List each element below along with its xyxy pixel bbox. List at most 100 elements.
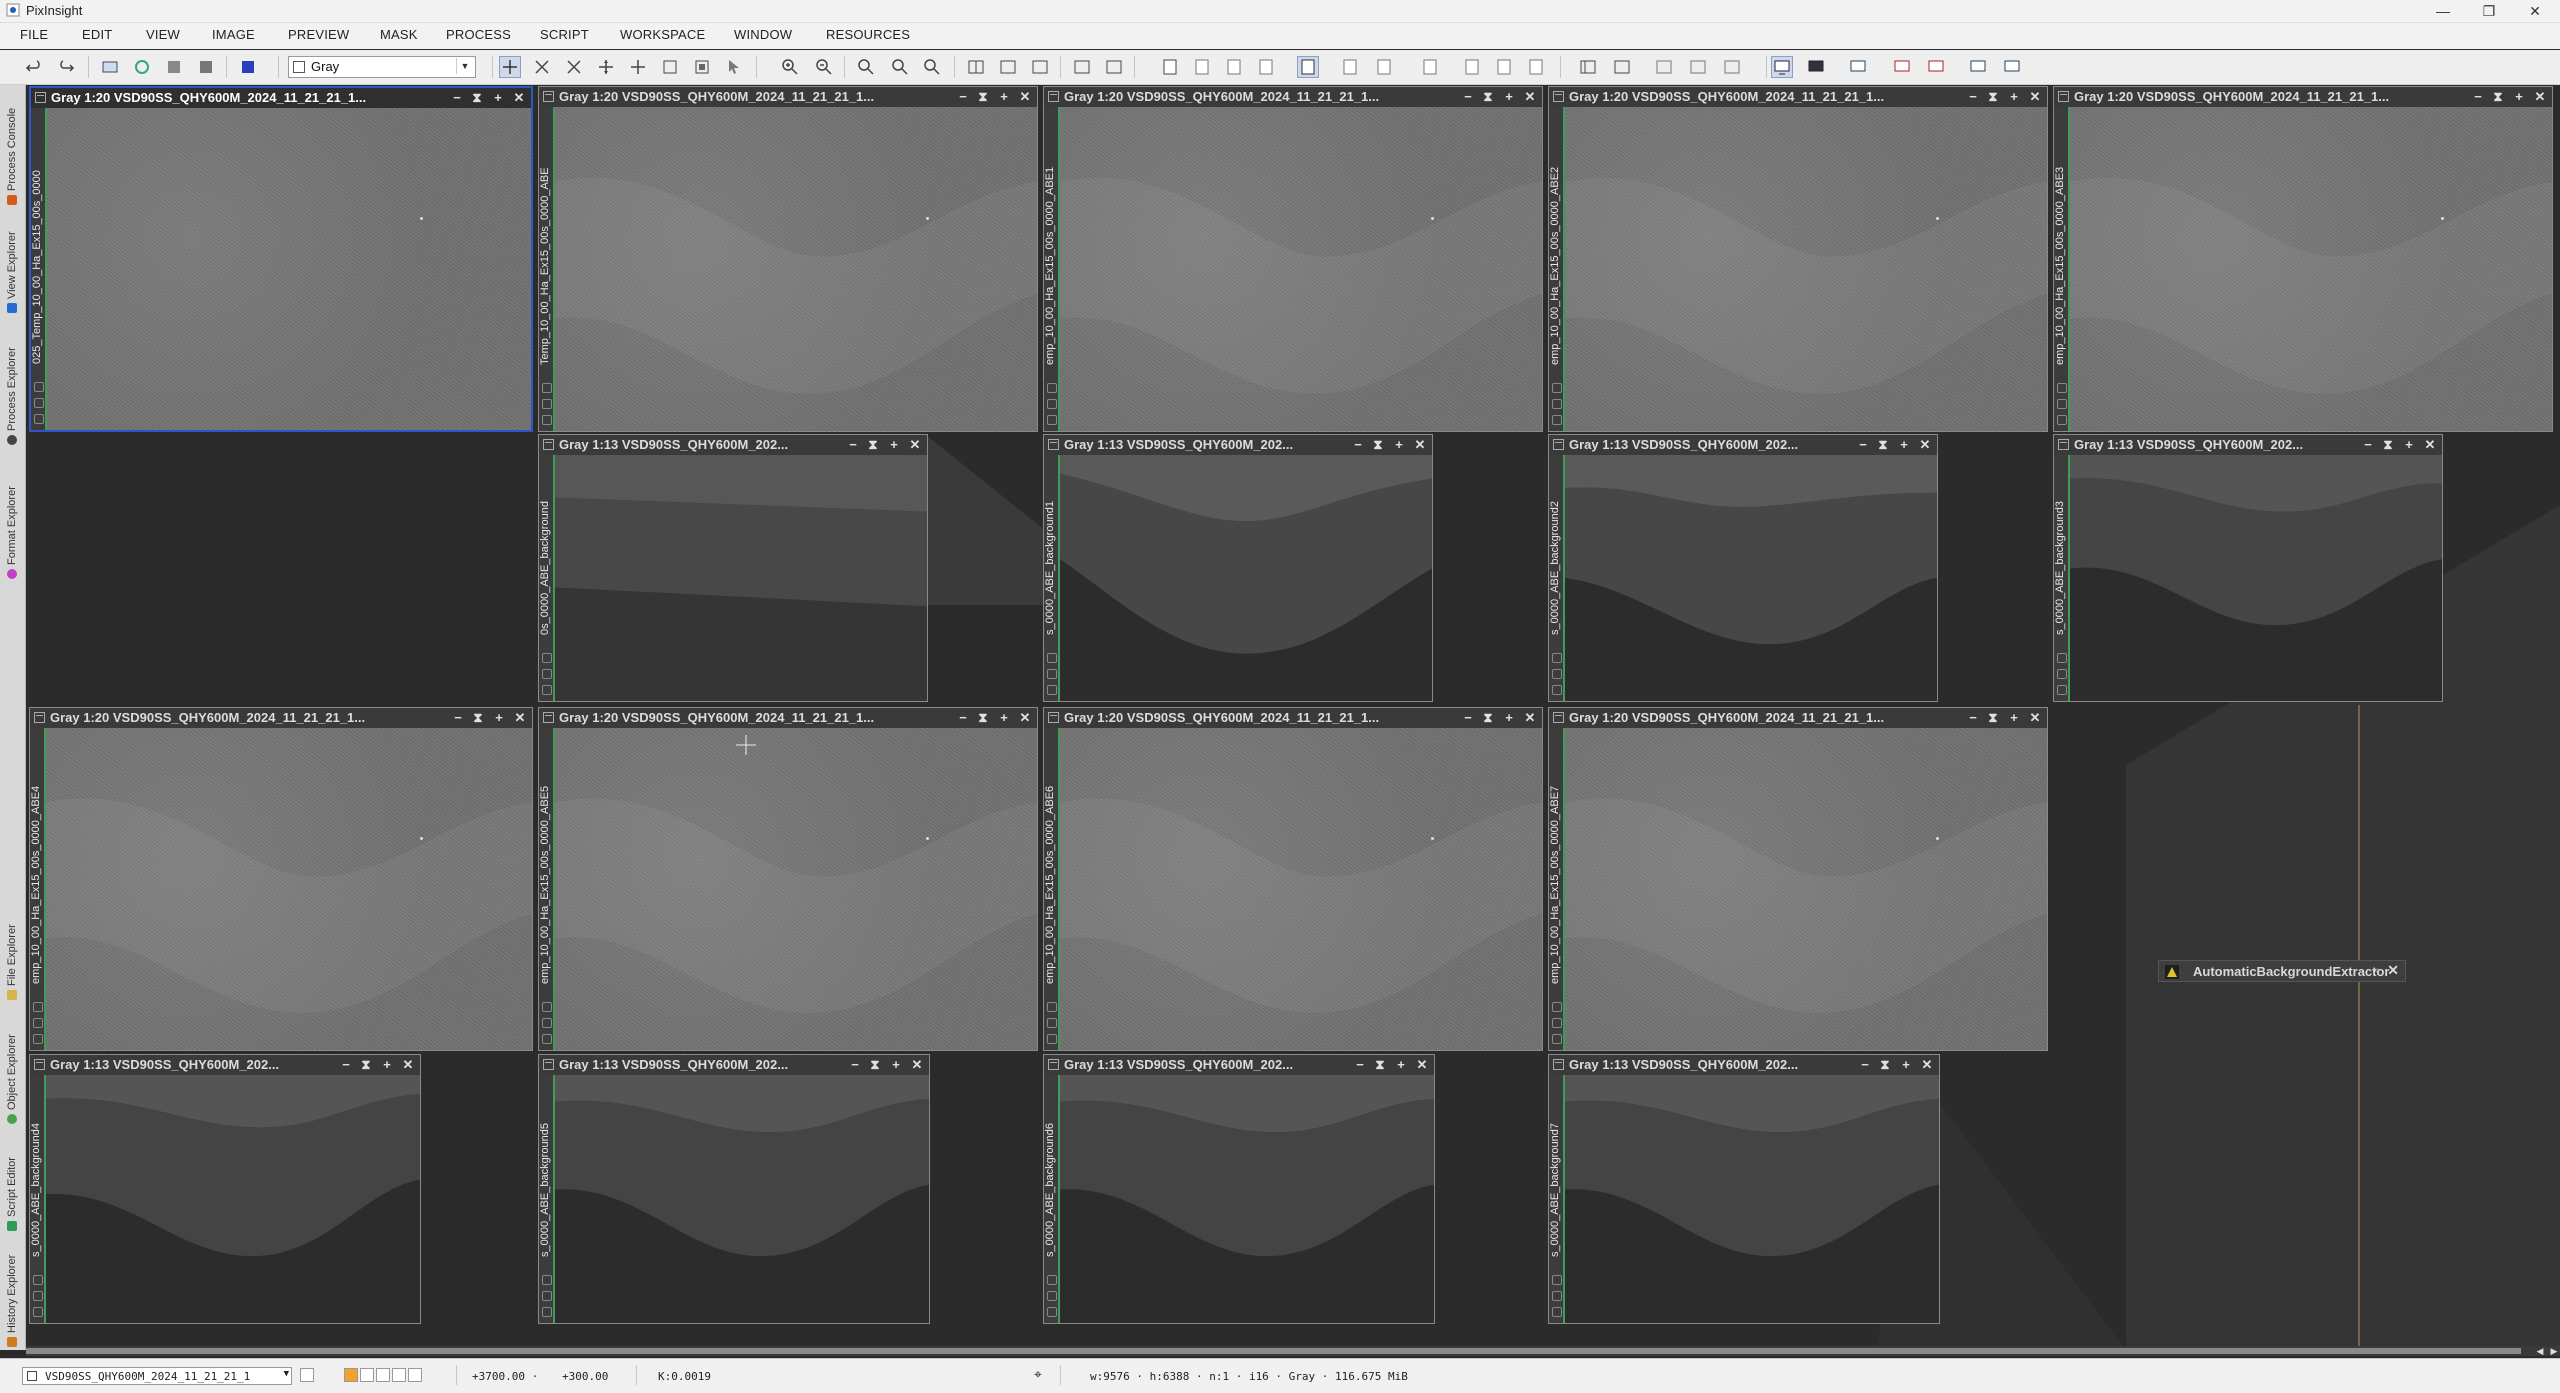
maximize-icon[interactable]: + xyxy=(1898,1056,1914,1074)
menu-process[interactable]: PROCESS xyxy=(446,27,511,42)
minimize-icon[interactable]: − xyxy=(1460,88,1476,106)
view-identifier[interactable]: s_0000_ABE_background5 xyxy=(539,1099,553,1257)
window-menu-icon[interactable] xyxy=(1553,712,1564,723)
image-window[interactable]: Gray 1:20 VSD90SS_QHY600M_2024_11_21_21_… xyxy=(1548,86,2048,432)
mask-icon[interactable] xyxy=(34,398,44,408)
image-window[interactable]: Gray 1:20 VSD90SS_QHY600M_2024_11_21_21_… xyxy=(538,86,1038,432)
link-icon[interactable] xyxy=(1047,685,1057,695)
link-icon[interactable] xyxy=(33,1307,43,1317)
maximize-icon[interactable]: + xyxy=(379,1056,395,1074)
window-titlebar[interactable]: Gray 1:20 VSD90SS_QHY600M_2024_11_21_21_… xyxy=(31,88,531,108)
mask-icon[interactable] xyxy=(33,1291,43,1301)
link-icon[interactable] xyxy=(33,1034,43,1044)
mask-icon[interactable] xyxy=(2057,399,2067,409)
maximize-icon[interactable]: + xyxy=(996,709,1012,727)
readout-mode-icon[interactable] xyxy=(499,56,521,78)
stats-icon[interactable] xyxy=(1526,57,1546,77)
close-icon[interactable]: ✕ xyxy=(1414,1056,1430,1074)
tab-script-editor[interactable]: Script Editor xyxy=(2,1131,22,1231)
window-titlebar[interactable]: Gray 1:13 VSD90SS_QHY600M_202... − ⧗ + ✕ xyxy=(1044,1055,1434,1075)
shade-icon[interactable]: ⧗ xyxy=(469,89,485,107)
workspace-icon[interactable] xyxy=(1848,57,1868,77)
image-window[interactable]: Gray 1:20 VSD90SS_QHY600M_2024_11_21_21_… xyxy=(1548,707,2048,1051)
view-mode-icon[interactable] xyxy=(300,1368,314,1382)
lock-icon[interactable] xyxy=(1047,1275,1057,1285)
mask-enable-icon[interactable] xyxy=(1160,57,1180,77)
zoom-optimal-icon[interactable] xyxy=(922,57,942,77)
minimize-icon[interactable]: − xyxy=(1855,436,1871,454)
maximize-icon[interactable]: + xyxy=(888,1056,904,1074)
minimize-icon[interactable]: − xyxy=(1352,1056,1368,1074)
shade-icon[interactable]: ⧗ xyxy=(1370,436,1386,454)
maximize-icon[interactable]: + xyxy=(2401,436,2417,454)
maximize-icon[interactable]: + xyxy=(490,89,506,107)
maximize-icon[interactable]: + xyxy=(996,88,1012,106)
link-icon[interactable] xyxy=(1047,1034,1057,1044)
mask-icon[interactable] xyxy=(1552,1018,1562,1028)
panel-left-icon[interactable] xyxy=(1578,57,1598,77)
close-icon[interactable]: ✕ xyxy=(512,709,528,727)
color-space-select[interactable]: Gray ▼ xyxy=(288,56,476,78)
background-model-window[interactable]: Gray 1:13 VSD90SS_QHY600M_202... − ⧗ + ✕ s_00… xyxy=(1548,1054,1940,1324)
link-icon[interactable] xyxy=(542,1307,552,1317)
minimize-icon[interactable]: − xyxy=(1350,436,1366,454)
close-icon[interactable]: ✕ xyxy=(2387,962,2399,979)
maximize-icon[interactable]: + xyxy=(2006,88,2022,106)
background-model-window[interactable]: Gray 1:13 VSD90SS_QHY600M_202... − ⧗ + ✕ s_00… xyxy=(29,1054,421,1324)
save-icon[interactable] xyxy=(164,57,184,77)
window-titlebar[interactable]: Gray 1:13 VSD90SS_QHY600M_202... − ⧗ + ✕ xyxy=(1549,1055,1939,1075)
color-swatch-4[interactable] xyxy=(408,1368,422,1382)
tab-view-explorer[interactable]: View Explorer xyxy=(2,213,22,313)
link-icon[interactable] xyxy=(542,685,552,695)
link-icon[interactable] xyxy=(1047,415,1057,425)
layout-1-icon[interactable] xyxy=(1654,57,1674,77)
minimize-icon[interactable]: − xyxy=(450,709,466,727)
window-titlebar[interactable]: Gray 1:13 VSD90SS_QHY600M_202... − ⧗ + ✕ xyxy=(1549,435,1937,455)
close-icon[interactable]: ✕ xyxy=(2422,436,2438,454)
maximize-icon[interactable]: + xyxy=(1391,436,1407,454)
shade-icon[interactable]: ⧗ xyxy=(1372,1056,1388,1074)
background-model-window[interactable]: Gray 1:13 VSD90SS_QHY600M_202... − ⧗ + ✕ s_00… xyxy=(1043,1054,1435,1324)
lock-icon[interactable] xyxy=(1047,383,1057,393)
window-menu-icon[interactable] xyxy=(1553,91,1564,102)
menu-script[interactable]: SCRIPT xyxy=(540,27,589,42)
stf-reset-icon[interactable] xyxy=(1374,57,1394,77)
link-icon[interactable] xyxy=(1552,1307,1562,1317)
window-menu-icon[interactable] xyxy=(1048,712,1059,723)
maximize-icon[interactable]: + xyxy=(2511,88,2527,106)
image-window[interactable]: Gray 1:20 VSD90SS_QHY600M_2024_11_21_21_… xyxy=(29,707,533,1051)
window-menu-icon[interactable] xyxy=(1048,1059,1059,1070)
background-model-window[interactable]: Gray 1:13 VSD90SS_QHY600M_202... − ⧗ + ✕ s_00… xyxy=(1548,434,1938,702)
window-menu-icon[interactable] xyxy=(1553,439,1564,450)
preview-mode-icon[interactable] xyxy=(660,57,680,77)
tab-process-explorer[interactable]: Process Explorer xyxy=(2,325,22,445)
shade-icon[interactable]: ⧗ xyxy=(865,436,881,454)
window-menu-icon[interactable] xyxy=(35,92,46,103)
zoom-1-1-icon[interactable] xyxy=(856,57,876,77)
color-swatch-1[interactable] xyxy=(360,1368,374,1382)
mask-icon[interactable] xyxy=(1047,399,1057,409)
background-model-canvas[interactable] xyxy=(46,1075,420,1323)
view-identifier[interactable]: s_0000_ABE_background1 xyxy=(1044,479,1058,635)
workspace-horizontal-scrollbar[interactable]: ◀ ▶ xyxy=(26,1346,2560,1356)
image-canvas[interactable] xyxy=(2070,107,2552,431)
tab-format-explorer[interactable]: Format Explorer xyxy=(2,459,22,579)
mask-icon[interactable] xyxy=(1047,1018,1057,1028)
lock-icon[interactable] xyxy=(34,382,44,392)
view-identifier[interactable]: s_0000_ABE_background6 xyxy=(1044,1099,1058,1257)
maximize-icon[interactable]: + xyxy=(1501,709,1517,727)
window-titlebar[interactable]: Gray 1:13 VSD90SS_QHY600M_202... − ⧗ + ✕ xyxy=(1044,435,1432,455)
window-titlebar[interactable]: Gray 1:20 VSD90SS_QHY600M_2024_11_21_21_… xyxy=(30,708,532,728)
window-titlebar[interactable]: Gray 1:20 VSD90SS_QHY600M_2024_11_21_21_… xyxy=(539,708,1037,728)
window-menu-icon[interactable] xyxy=(543,91,554,102)
image-canvas[interactable] xyxy=(46,728,532,1050)
shade-icon[interactable]: ⧗ xyxy=(867,1056,883,1074)
scrollbar-thumb[interactable] xyxy=(26,1348,2521,1354)
process-icon-abe[interactable]: AutomaticBackgroundExtractor ▫ ✕ xyxy=(2158,960,2406,982)
minimize-button[interactable]: — xyxy=(2420,0,2466,22)
maximize-icon[interactable]: + xyxy=(886,436,902,454)
mask-icon[interactable] xyxy=(542,1291,552,1301)
window-titlebar[interactable]: Gray 1:13 VSD90SS_QHY600M_202... − ⧗ + ✕ xyxy=(2054,435,2442,455)
tile-windows-icon[interactable] xyxy=(966,57,986,77)
rgb-channels-icon[interactable] xyxy=(238,57,258,77)
